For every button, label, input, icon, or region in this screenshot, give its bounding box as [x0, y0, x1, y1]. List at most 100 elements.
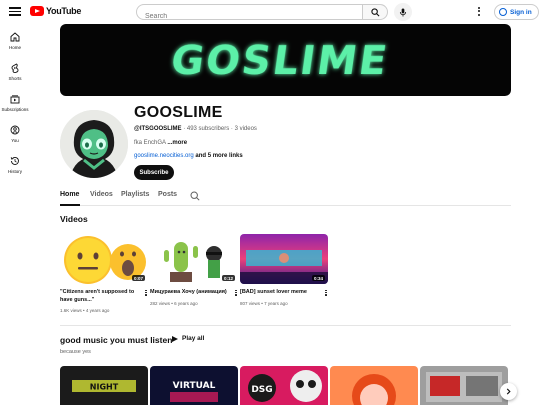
video-age: 6 years ago	[174, 300, 198, 306]
search-icon	[370, 7, 379, 16]
thumbnail-art: DSG	[240, 366, 328, 405]
video-thumbnail[interactable]: 0:34	[240, 234, 328, 284]
video-title[interactable]: Мицураева Хочу (анимация)	[150, 289, 230, 297]
chevron-right-icon	[506, 388, 511, 395]
sidebar-item-you[interactable]: You	[0, 125, 30, 143]
channel-link[interactable]: gooslime.neocities.org	[134, 153, 194, 159]
video-meta: 1.6K views • 4 years ago	[60, 308, 148, 313]
channel-search-icon[interactable]	[190, 191, 200, 201]
video-card: 0:07 "Citizens aren't supposed to have g…	[60, 234, 148, 313]
sidebar-item-label: Shorts	[8, 76, 22, 81]
video-views: 807 views	[240, 300, 261, 306]
sidebar-item-home[interactable]: Home	[0, 32, 30, 50]
video-menu-icon[interactable]	[144, 289, 148, 297]
channel-banner: GOSLIME	[60, 24, 511, 96]
active-tab-indicator	[60, 204, 80, 206]
history-icon	[10, 157, 19, 165]
search-box[interactable]	[136, 4, 363, 24]
video-duration: 0:12	[221, 275, 235, 281]
tab-posts[interactable]: Posts	[158, 191, 177, 198]
sidebar-item-history[interactable]: History	[0, 156, 30, 174]
channel-description[interactable]: fka EnchGA ...more	[134, 140, 187, 146]
tab-videos[interactable]: Videos	[90, 191, 113, 198]
home-icon	[10, 32, 20, 42]
channel-name: GOOSLIME	[134, 104, 223, 121]
thumbnail-art: NIGHT	[60, 366, 148, 405]
youtube-play-icon	[30, 6, 44, 16]
playlist-video-thumbnail[interactable]	[420, 366, 508, 405]
subscriber-count: 493 subscribers	[186, 126, 230, 132]
description-text: fka EnchGA	[134, 140, 166, 146]
video-meta: 282 views • 6 years ago	[150, 301, 238, 306]
section-divider	[60, 325, 511, 326]
video-card: 0:34 [BAD] sunset lover meme 807 views •…	[240, 234, 328, 306]
youtube-logo[interactable]: YouTube	[30, 6, 81, 16]
video-meta: 807 views • 7 years ago	[240, 301, 328, 306]
banner-art: GOSLIME	[168, 38, 392, 84]
sidebar-item-shorts[interactable]: Shorts	[0, 63, 30, 81]
shorts-icon	[11, 63, 19, 73]
video-views: 1.6K views	[60, 308, 82, 313]
sidebar-item-subscriptions[interactable]: Subscriptions	[0, 94, 30, 112]
play-icon	[172, 335, 178, 342]
search-input[interactable]	[137, 9, 362, 24]
video-age: 7 years ago	[264, 300, 288, 306]
video-views: 282 views	[150, 300, 171, 306]
more-links[interactable]: and 5 more links	[195, 153, 242, 159]
tab-home[interactable]: Home	[60, 191, 79, 198]
channel-avatar	[60, 110, 128, 178]
video-card: 0:12 Мицураева Хочу (анимация) 282 views…	[150, 234, 238, 306]
sign-in-label: Sign in	[510, 8, 532, 16]
voice-search-button[interactable]	[394, 3, 412, 21]
menu-icon[interactable]	[8, 5, 22, 19]
sidebar-item-label: You	[11, 138, 19, 143]
channel-meta: @ITSGOOSLIME · 493 subscribers · 3 video…	[134, 126, 257, 132]
video-title[interactable]: [BAD] sunset lover meme	[240, 289, 320, 297]
thumbnail-art	[420, 366, 508, 405]
thumbnail-art: VIRTUAL	[150, 366, 238, 405]
you-icon	[10, 125, 20, 135]
tab-playlists[interactable]: Playlists	[121, 191, 149, 198]
thumbnail-art	[330, 366, 418, 405]
channel-tabs: Home Videos Playlists Posts	[60, 190, 511, 206]
account-icon	[499, 8, 507, 16]
video-title[interactable]: "Citizens aren't supposed to have guns..…	[60, 289, 140, 304]
sign-in-button[interactable]: Sign in	[494, 4, 539, 20]
video-menu-icon[interactable]	[234, 289, 238, 297]
settings-menu-icon[interactable]	[476, 5, 482, 19]
subscriptions-icon	[10, 95, 20, 104]
channel-handle: @ITSGOOSLIME	[134, 126, 182, 132]
search-button[interactable]	[362, 4, 388, 20]
description-more[interactable]: ...more	[167, 140, 187, 146]
playlist-subtitle: because yes	[60, 349, 91, 355]
play-all-label: Play all	[182, 335, 205, 342]
playlist-video-thumbnail[interactable]: NIGHT	[60, 366, 148, 405]
video-menu-icon[interactable]	[324, 289, 328, 297]
carousel-next-button[interactable]	[500, 383, 517, 400]
sidebar-item-label: History	[7, 169, 22, 174]
video-thumbnail[interactable]: 0:12	[150, 234, 238, 284]
subscribe-button[interactable]: Subscribe	[134, 165, 174, 180]
sidebar-item-label: Subscriptions	[1, 107, 29, 112]
video-duration: 0:34	[311, 275, 325, 281]
thumbnail-text: DSG	[251, 385, 272, 395]
thumbnail-text: NIGHT	[90, 383, 119, 392]
thumbnail-text: VIRTUAL	[173, 381, 216, 391]
video-count: 3 videos	[234, 126, 257, 132]
banner-title: GOSLIME	[168, 38, 392, 84]
sidebar-item-label: Home	[8, 45, 21, 50]
playlist-video-thumbnail[interactable]	[330, 366, 418, 405]
video-duration: 0:07	[131, 275, 145, 281]
playlist-section-title[interactable]: good music you must listen	[60, 335, 172, 345]
videos-section-title: Videos	[60, 214, 88, 224]
avatar-art	[60, 110, 128, 178]
video-thumbnail[interactable]: 0:07	[60, 234, 148, 284]
logo-text: YouTube	[46, 6, 82, 16]
playlist-video-thumbnail[interactable]: VIRTUAL	[150, 366, 238, 405]
channel-links: gooslime.neocities.org and 5 more links	[134, 153, 243, 159]
microphone-icon	[399, 7, 407, 17]
video-age: 4 years ago	[85, 308, 110, 313]
top-bar: YouTube Sign in	[0, 0, 540, 24]
playlist-video-thumbnail[interactable]: DSG	[240, 366, 328, 405]
play-all-button[interactable]: Play all	[172, 335, 204, 342]
